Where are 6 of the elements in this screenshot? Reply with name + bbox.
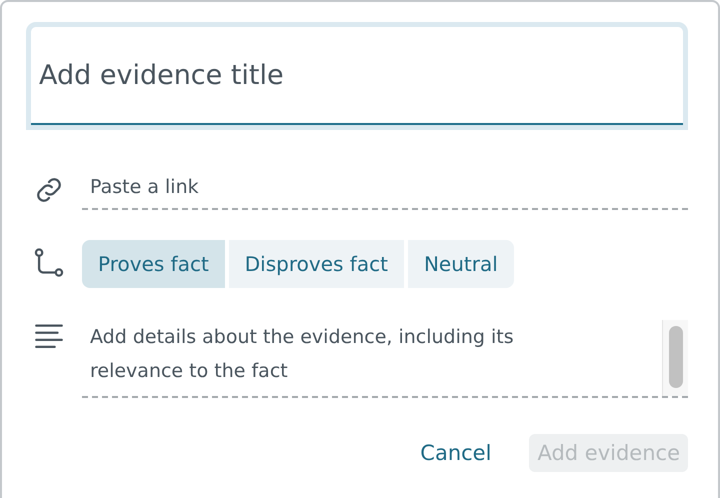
relation-segment[interactable]: Neutral	[408, 240, 514, 288]
title-field[interactable]: Add evidence title	[26, 22, 688, 130]
scrollbar[interactable]	[662, 320, 688, 396]
cancel-link[interactable]: Cancel	[412, 434, 500, 472]
relation-segment[interactable]: Disproves fact	[228, 240, 404, 288]
relation-segment[interactable]: Proves fact	[82, 240, 225, 288]
